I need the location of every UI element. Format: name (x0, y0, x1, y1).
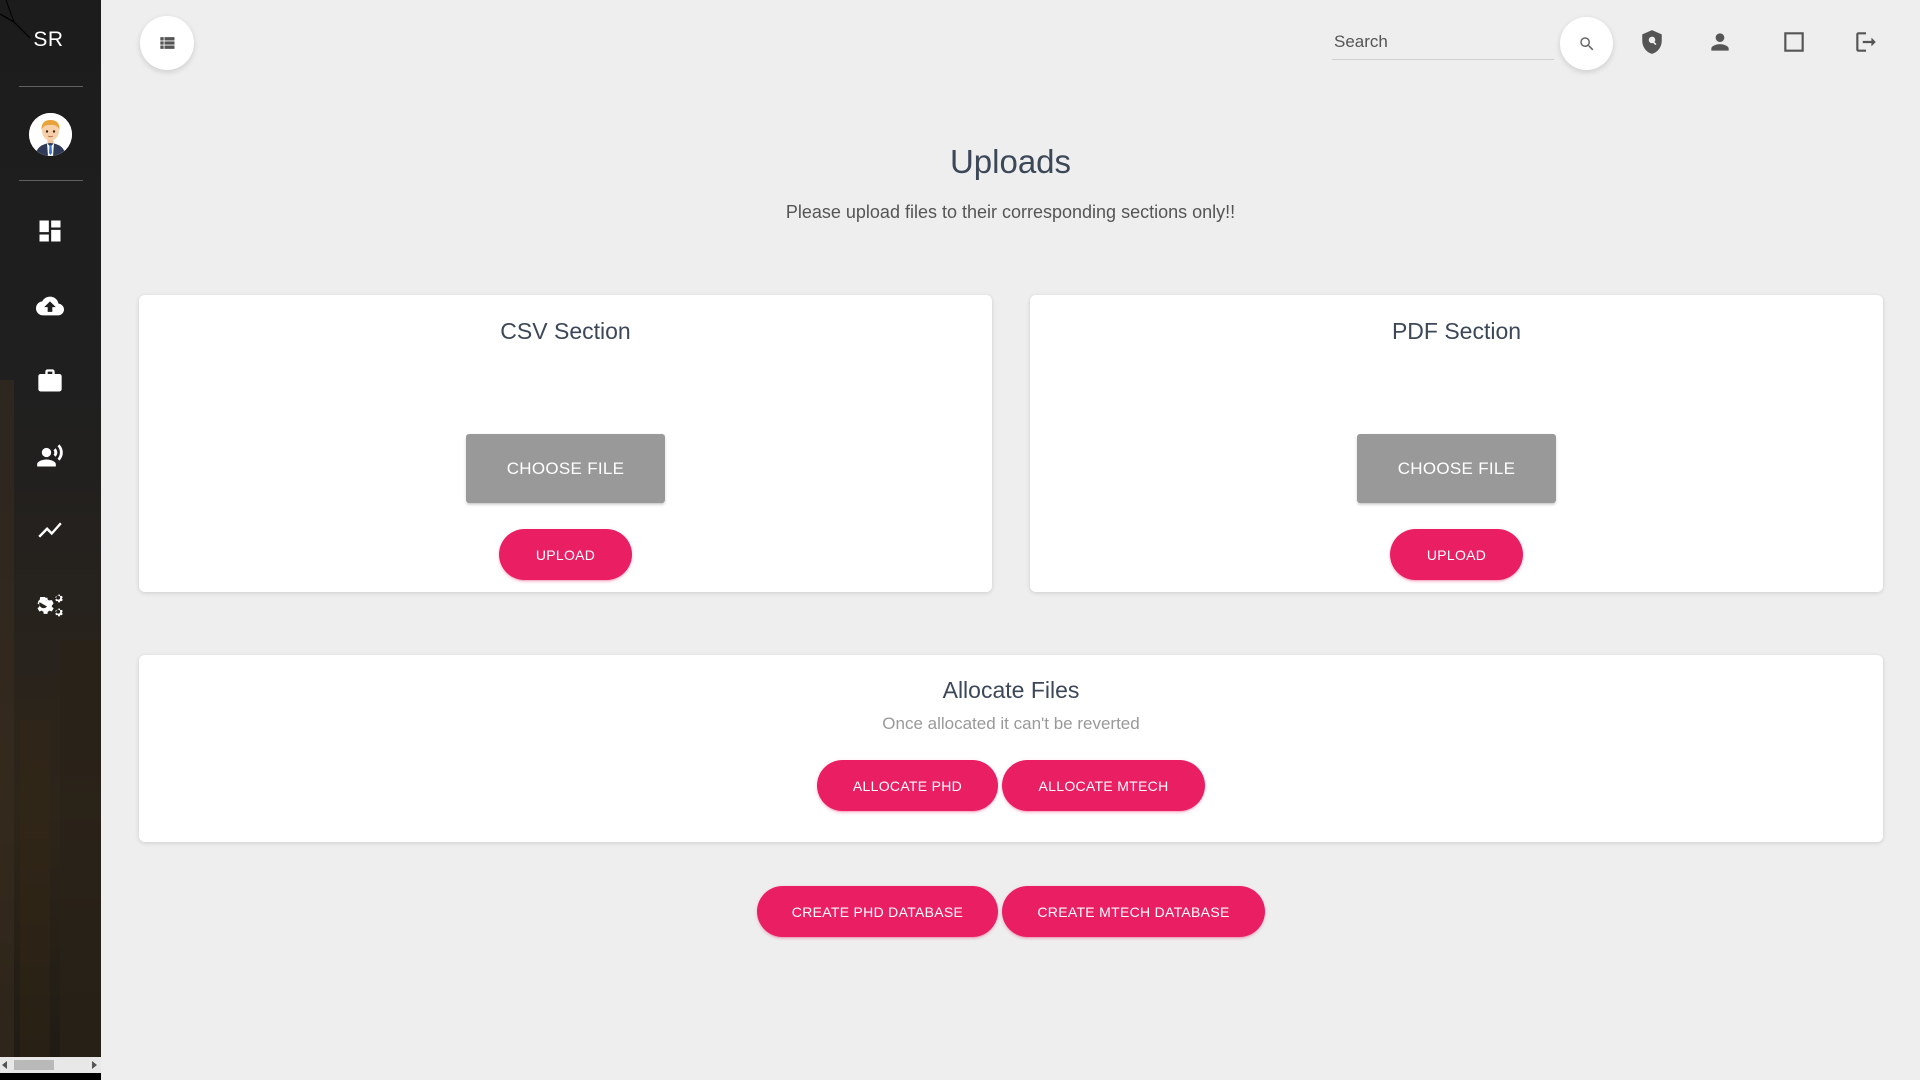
logout-button[interactable] (1850, 26, 1882, 58)
csv-choose-file-button[interactable]: CHOOSE FILE (466, 434, 665, 503)
pdf-section-title: PDF Section (1391, 318, 1522, 344)
csv-upload-button[interactable]: UPLOAD (499, 529, 632, 580)
record-voice-icon (37, 444, 63, 467)
nav-item-announcements[interactable] (35, 441, 65, 471)
admin-shield-button[interactable] (1636, 26, 1668, 58)
sidebar-divider (19, 180, 83, 181)
cloud-upload-icon (36, 296, 64, 316)
pdf-choose-file-button[interactable]: CHOOSE FILE (1357, 434, 1556, 503)
nav-item-uploads[interactable] (35, 291, 65, 321)
nav-item-settings[interactable] (35, 589, 65, 619)
person-icon (1711, 33, 1729, 51)
allocate-mtech-button[interactable]: ALLOCATE MTECH (1002, 760, 1205, 811)
fullscreen-icon (1784, 32, 1804, 52)
scrollbar-thumb[interactable] (14, 1060, 54, 1070)
scroll-right-arrow-icon[interactable] (92, 1061, 97, 1069)
sidebar: SR (0, 0, 101, 1080)
briefcase-icon (38, 369, 62, 392)
nav-item-work[interactable] (35, 366, 65, 396)
pdf-upload-button[interactable]: UPLOAD (1390, 529, 1523, 580)
search-button[interactable] (1560, 17, 1613, 70)
allocate-phd-button[interactable]: ALLOCATE PHD (817, 760, 998, 811)
fullscreen-button[interactable] (1778, 26, 1810, 58)
profile-button[interactable] (1704, 26, 1736, 58)
sidebar-background (0, 380, 14, 1060)
search-field[interactable] (1332, 24, 1554, 60)
dashboard-icon (39, 220, 61, 242)
create-phd-database-button[interactable]: CREATE PHD DATABASE (757, 886, 998, 937)
pdf-section-card: PDF Section CHOOSE FILE UPLOAD (1030, 295, 1883, 592)
search-icon (1579, 36, 1593, 50)
sidebar-background (20, 720, 50, 1060)
user-avatar-icon (29, 113, 72, 156)
page-title: Uploads (949, 143, 1072, 180)
view-list-icon (160, 37, 175, 49)
scroll-left-arrow-icon[interactable] (2, 1061, 7, 1069)
allocate-files-card: Allocate Files Once allocated it can't b… (139, 655, 1883, 842)
csv-section-title: CSV Section (500, 318, 631, 344)
sidebar-divider (19, 86, 83, 87)
logout-icon (1856, 32, 1876, 52)
page-subtitle: Please upload files to their correspondi… (785, 202, 1236, 222)
sidebar-bottom-edge (0, 1073, 101, 1080)
nav-item-stats[interactable] (35, 515, 65, 545)
shield-icon (1642, 30, 1662, 54)
avatar[interactable] (29, 113, 72, 156)
trending-icon (38, 522, 62, 538)
settings-icon (37, 594, 63, 617)
nav-item-dashboard[interactable] (35, 216, 65, 246)
search-input[interactable] (1332, 24, 1554, 59)
sidebar-minimize-button[interactable] (140, 16, 194, 70)
create-mtech-database-button[interactable]: CREATE MTECH DATABASE (1002, 886, 1265, 937)
logo-text[interactable]: SR (0, 28, 97, 52)
sidebar-background (60, 640, 101, 1060)
allocate-files-title: Allocate Files (942, 677, 1080, 703)
csv-section-card: CSV Section CHOOSE FILE UPLOAD (139, 295, 992, 592)
sidebar-horizontal-scrollbar[interactable] (0, 1057, 101, 1073)
allocate-files-warning: Once allocated it can't be reverted (882, 714, 1140, 733)
